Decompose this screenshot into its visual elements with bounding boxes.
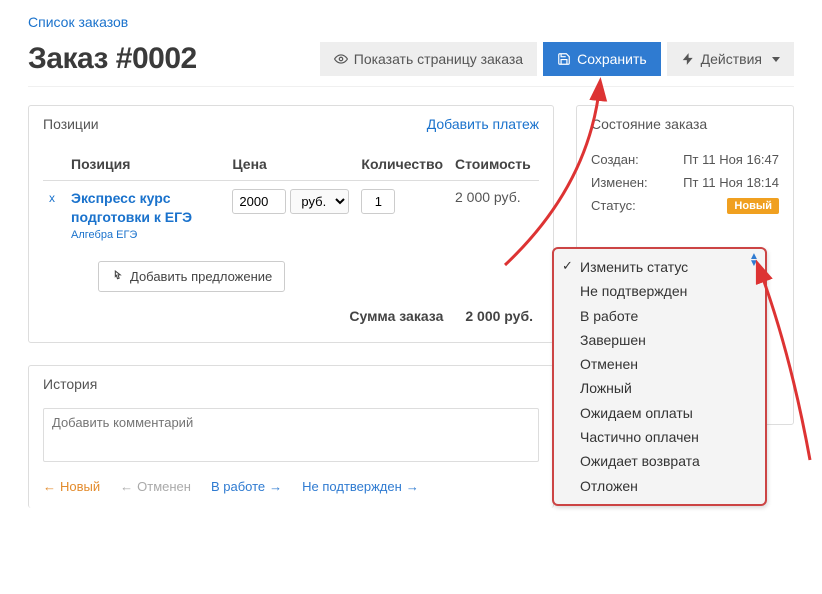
status-option[interactable]: Изменить статус [554,255,765,279]
positions-table: Позиция Цена Количество Стоимость x Эксп… [43,148,539,249]
status-option[interactable]: Частично оплачен [554,425,765,449]
col-price: Цена [226,148,355,181]
add-payment-link[interactable]: Добавить платеж [427,116,539,132]
status-option[interactable]: Завершен [554,328,765,352]
history-title: История [43,376,97,392]
status-notconfirmed-link[interactable]: Не подтвержден → [302,479,419,494]
status-inwork-link[interactable]: В работе → [211,479,282,494]
add-offer-label: Добавить предложение [130,269,272,284]
positions-panel: Позиции Добавить платеж Позиция Цена Кол… [28,105,554,343]
changed-value: Пт 11 Ноя 18:14 [683,175,779,190]
delete-row-icon[interactable]: x [49,189,55,205]
page-title: Заказ #0002 [28,42,197,76]
currency-select[interactable]: руб. [290,189,349,214]
save-button[interactable]: Сохранить [543,42,661,76]
changed-label: Изменен: [591,175,648,190]
position-name-link[interactable]: Экспресс курс подготовки к ЕГЭ [71,189,220,227]
col-name: Позиция [65,148,226,181]
status-links: ← Новый ← Отменен В работе → Не подтверж… [43,465,539,494]
total-value: 2 000 руб. [465,308,533,324]
cost-value: 2 000 руб. [449,181,539,249]
col-qty: Количество [355,148,449,181]
position-category-link[interactable]: Алгебра ЕГЭ [71,229,220,241]
state-title: Состояние заказа [591,116,707,132]
status-option[interactable]: Ожидает возврата [554,449,765,473]
status-label: Статус: [591,198,636,214]
add-offer-button[interactable]: Добавить предложение [98,261,285,292]
status-cancelled-link[interactable]: ← Отменен [120,479,191,494]
created-label: Создан: [591,152,639,167]
bolt-icon [681,52,695,66]
status-badge: Новый [727,198,779,214]
status-option[interactable]: Не подтвержден [554,279,765,303]
history-panel: История ← Новый ← Отменен В работе → Не … [28,365,554,508]
total-label: Сумма заказа [349,308,443,324]
actions-label: Действия [701,51,762,67]
eye-icon [334,52,348,66]
status-option[interactable]: Ожидаем оплаты [554,401,765,425]
created-value: Пт 11 Ноя 16:47 [683,152,779,167]
col-cost: Стоимость [449,148,539,181]
breadcrumb-link[interactable]: Список заказов [28,14,128,30]
status-option[interactable]: В работе [554,304,765,328]
caret-down-icon [772,57,780,62]
show-page-label: Показать страницу заказа [354,51,523,67]
save-icon [557,52,571,66]
save-label: Сохранить [577,51,647,67]
positions-title: Позиции [43,116,99,132]
page-header: Заказ #0002 Показать страницу заказа Сох… [28,42,794,87]
actions-button[interactable]: Действия [667,42,794,76]
actions-bar: Показать страницу заказа Сохранить Дейст… [320,42,794,76]
price-input[interactable] [232,189,286,214]
status-new-link[interactable]: ← Новый [43,479,100,494]
pointer-icon [111,270,124,283]
show-page-button[interactable]: Показать страницу заказа [320,42,537,76]
status-option[interactable]: Ложный [554,376,765,400]
qty-input[interactable] [361,189,395,214]
status-dropdown[interactable]: ▲▼ Изменить статус Не подтвержден В рабо… [552,247,767,506]
comment-input[interactable] [43,408,539,462]
table-row: x Экспресс курс подготовки к ЕГЭ Алгебра… [43,181,539,249]
status-option[interactable]: Отложен [554,474,765,498]
status-option[interactable]: Отменен [554,352,765,376]
